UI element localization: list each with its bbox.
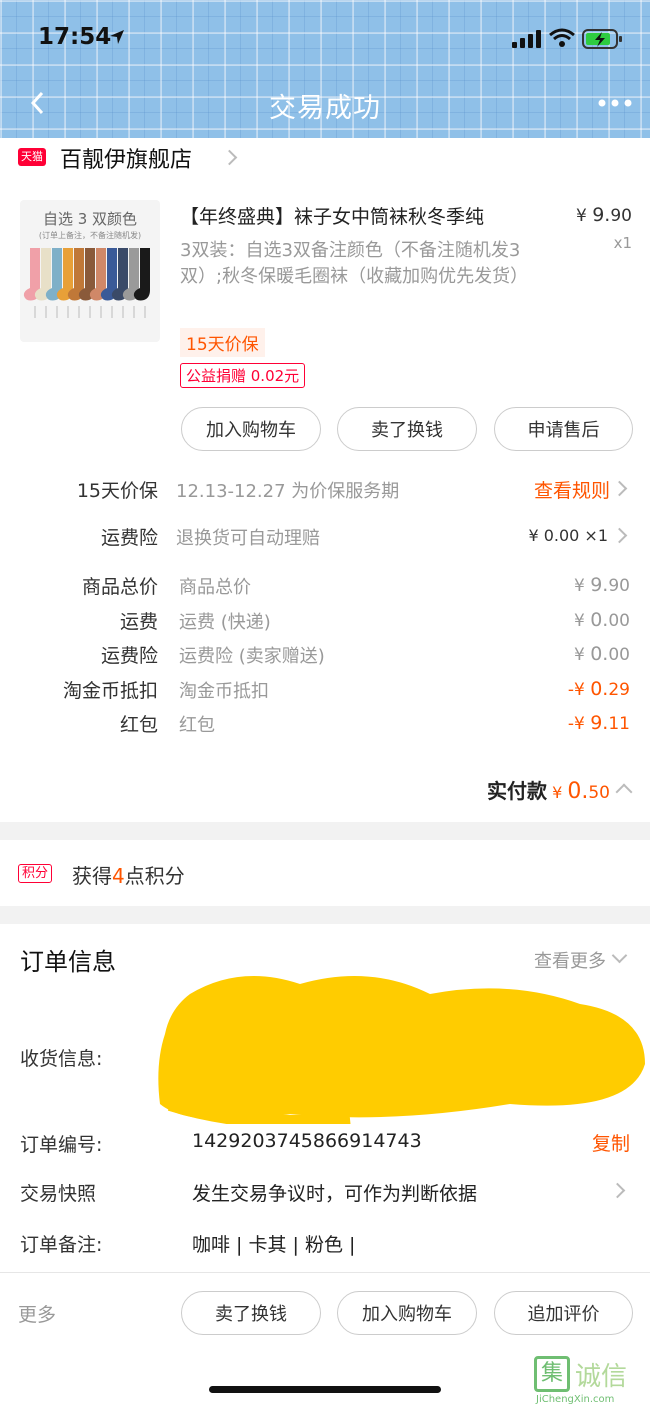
order-number-label: 订单编号:	[20, 1134, 103, 1156]
total-paid: 实付款 ¥ 0.50	[486, 779, 610, 804]
order-number-value: 1429203745866914743	[192, 1130, 422, 1152]
add-review-button[interactable]: 追加评价	[494, 1291, 633, 1335]
order-remark-label: 订单备注:	[20, 1234, 103, 1256]
shipping-insurance-chevron-icon[interactable]	[611, 527, 628, 544]
order-info-card: 订单信息 查看更多 收货信息: 订单编号: 142920374586691474…	[0, 924, 650, 1406]
price-row-label: 淘金币抵扣	[62, 679, 158, 702]
add-to-cart-button[interactable]: 加入购物车	[181, 407, 321, 451]
divider	[0, 1272, 650, 1273]
product-sku: 3双装：自选3双备注颜色（不备注随机发3双）;秋冬保暖毛圈袜（收藏加购优先发货）	[180, 240, 529, 287]
order-remark-value: 咖啡 | 卡其 | 粉色 |	[192, 1234, 356, 1256]
add-to-cart-button-bottom[interactable]: 加入购物车	[337, 1291, 477, 1335]
after-sales-button[interactable]: 申请售后	[494, 407, 633, 451]
thumbnail-subcaption: (订单上备注，不备注随机发)	[38, 231, 142, 240]
view-rules-chevron-icon[interactable]	[611, 480, 628, 497]
view-rules-link[interactable]: 查看规则	[500, 476, 610, 503]
status-time: 17:54	[38, 24, 112, 50]
resell-button-bottom[interactable]: 卖了换钱	[181, 1291, 321, 1335]
price-row-amount: -¥ 0.29	[567, 677, 630, 700]
shop-chevron-icon[interactable]	[221, 149, 238, 166]
page-title: 交易成功	[269, 93, 381, 124]
charity-tag: 公益捐赠 0.02元	[180, 363, 306, 388]
price-row-label: 商品总价	[81, 576, 158, 598]
tmall-badge: 天猫	[18, 148, 46, 166]
header-bar: 17:54 交易成功	[0, 0, 650, 138]
shipping-info-label: 收货信息:	[20, 1048, 103, 1070]
snapshot-desc[interactable]: 发生交易争议时，可作为判断依据	[192, 1179, 477, 1206]
collapse-chevron-icon[interactable]	[615, 783, 633, 801]
order-card: 天猫 百靓伊旗舰店 自选 3 双颜色 (订单上备注，不备注随机发) 【年终盛典】…	[0, 138, 650, 822]
redaction-scribble	[158, 976, 646, 1124]
copy-button[interactable]: 复制	[560, 1129, 630, 1156]
price-row-amount: ¥ 0.00	[573, 608, 630, 631]
service-shipping-insurance-label: 运费险	[100, 527, 158, 549]
snapshot-label: 交易快照	[20, 1183, 97, 1205]
price-row-amount: -¥ 9.11	[567, 712, 630, 734]
product-title[interactable]: 【年终盛典】袜子女中筒袜秋冬季纯	[180, 202, 560, 229]
battery-icon	[582, 29, 622, 49]
price-row-desc: 淘金币抵扣	[179, 680, 269, 702]
watermark-text: 诚信	[575, 1362, 628, 1392]
home-indicator[interactable]	[209, 1386, 441, 1393]
price-row-desc: 运费 (快递)	[179, 611, 271, 633]
points-badge: 积分	[18, 864, 53, 883]
price-row-desc: 运费险 (卖家赠送)	[179, 646, 325, 667]
wifi-icon	[549, 28, 575, 47]
location-arrow-icon	[110, 30, 124, 44]
price-row-label: 运费险	[100, 645, 158, 667]
product-thumbnail[interactable]: 自选 3 双颜色 (订单上备注，不备注随机发)	[20, 200, 160, 342]
service-shipping-insurance-desc: 退换货可自动理赔	[176, 528, 320, 549]
resell-button[interactable]: 卖了换钱	[337, 407, 477, 451]
cellular-signal-icon	[512, 30, 541, 48]
more-options-icon[interactable]	[598, 98, 632, 108]
price-row-desc: 商品总价	[179, 577, 251, 598]
service-price-protect-label: 15天价保	[76, 480, 158, 502]
price-row-label: 运费	[119, 610, 158, 633]
price-row-desc: 红包	[179, 715, 215, 736]
price-row-label: 红包	[119, 714, 158, 736]
service-price-protect-desc: 12.13-12.27 为价保服务期	[176, 481, 400, 502]
thumbnail-caption: 自选 3 双颜色	[42, 210, 138, 228]
product-price: ¥ 9.90	[575, 204, 632, 226]
watermark-logo: 集	[534, 1356, 570, 1392]
shop-name[interactable]: 百靓伊旗舰店	[60, 142, 192, 174]
snapshot-chevron-icon[interactable]	[609, 1182, 626, 1199]
points-card: 积分 获得4点积分	[0, 840, 650, 906]
price-protect-tag: 15天价保	[180, 328, 265, 357]
more-link[interactable]: 更多	[18, 1300, 56, 1327]
shipping-insurance-amount: ¥ 0.00 ×1	[528, 526, 608, 545]
order-info-title: 订单信息	[20, 948, 116, 976]
total-label: 实付款	[486, 779, 547, 803]
product-quantity: x1	[613, 234, 632, 252]
price-row-amount: ¥ 9.90	[573, 574, 630, 596]
price-row-amount: ¥ 0.00	[573, 643, 630, 665]
points-text: 获得4点积分	[72, 864, 185, 888]
watermark-url: JiChengXin.com	[536, 1394, 615, 1405]
socks-image	[23, 248, 150, 318]
